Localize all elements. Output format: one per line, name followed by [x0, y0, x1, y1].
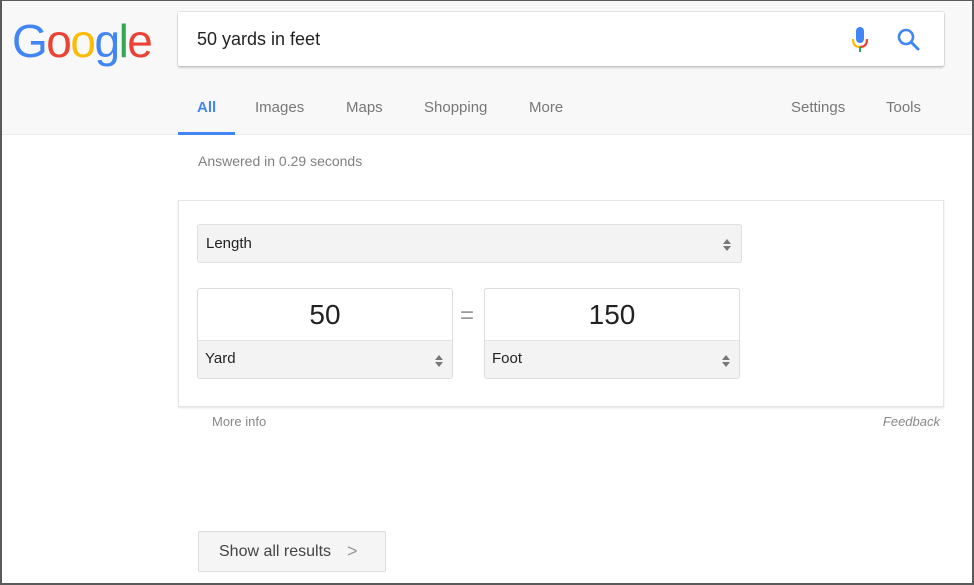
tab-settings[interactable]: Settings [791, 87, 845, 135]
search-tabs: All Images Maps Shopping More Settings T… [177, 87, 944, 135]
category-select-value: Length [206, 235, 252, 252]
to-unit-select[interactable]: Foot [485, 341, 739, 378]
more-info-link[interactable]: More info [212, 414, 266, 429]
tab-maps[interactable]: Maps [346, 87, 383, 135]
updown-arrows-icon [722, 354, 730, 367]
tab-shopping[interactable]: Shopping [424, 87, 487, 135]
tab-tools[interactable]: Tools [886, 87, 921, 135]
equals-sign: = [460, 302, 475, 329]
to-unit-panel: Foot [484, 288, 740, 379]
search-header: Google All Images Maps [2, 1, 972, 135]
chevron-right-icon: > [347, 541, 358, 561]
to-unit-value: Foot [492, 350, 523, 367]
logo-letter: o [70, 15, 96, 67]
search-icon[interactable] [896, 27, 922, 53]
microphone-icon[interactable] [850, 26, 870, 54]
from-unit-select[interactable]: Yard [198, 341, 452, 378]
google-logo[interactable]: Google [12, 13, 153, 69]
show-all-results-button[interactable]: Show all results > [198, 531, 386, 572]
from-unit-value: Yard [205, 350, 236, 367]
to-value-input[interactable] [485, 289, 739, 341]
tab-more[interactable]: More [529, 87, 563, 135]
updown-arrows-icon [723, 238, 731, 251]
logo-letter: l [118, 15, 129, 67]
tab-images[interactable]: Images [255, 87, 304, 135]
browser-frame: Google All Images Maps [0, 0, 974, 585]
feedback-link[interactable]: Feedback [883, 414, 940, 429]
search-input[interactable] [197, 12, 797, 66]
show-all-results-label: Show all results [219, 543, 332, 560]
unit-converter-card: Length Yard = Foot [178, 200, 944, 407]
logo-letter: G [12, 15, 48, 67]
logo-letter: g [94, 15, 120, 67]
from-unit-panel: Yard [197, 288, 453, 379]
logo-letter: e [127, 15, 153, 67]
category-select[interactable]: Length [197, 224, 742, 263]
result-stats: Answered in 0.29 seconds [198, 153, 363, 169]
tab-all[interactable]: All [177, 87, 236, 135]
from-value-input[interactable] [198, 289, 452, 341]
search-box [178, 12, 944, 66]
updown-arrows-icon [435, 354, 443, 367]
logo-letter: o [46, 15, 72, 67]
